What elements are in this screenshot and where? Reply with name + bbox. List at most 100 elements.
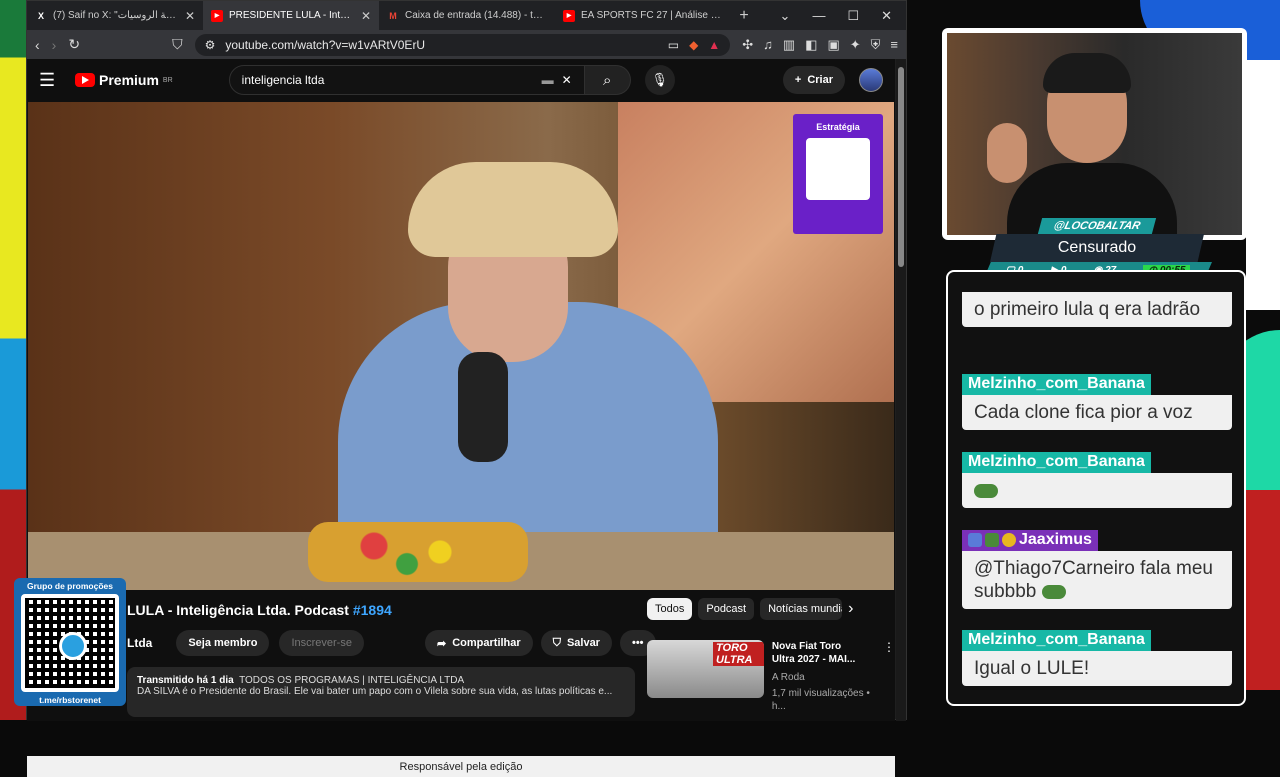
create-label: Criar [807, 74, 833, 86]
search-box[interactable]: inteligencia ltda ▬ ✕ [228, 65, 585, 95]
description-box[interactable]: Transmitido há 1 dia TODOS OS PROGRAMAS … [127, 667, 635, 717]
chip-podcast[interactable]: Podcast [698, 598, 755, 620]
recommended-title[interactable]: Nova Fiat Toro Ultra 2027 - MAI... [772, 640, 860, 666]
scrollbar-thumb[interactable] [898, 67, 904, 267]
sub-badge-icon [968, 532, 982, 547]
page-scrollbar[interactable] [896, 59, 906, 721]
music-icon[interactable]: ♫ [763, 37, 773, 53]
reload-icon[interactable]: ↻ [68, 36, 80, 53]
chips-next-icon[interactable]: › [848, 600, 853, 618]
url-text: youtube.com/watch?v=w1vARtV0ErU [225, 37, 426, 52]
brave-shield-icon[interactable]: ◆ [689, 38, 698, 52]
chip-world-news[interactable]: Notícias mundiais [760, 598, 843, 620]
promo-url: t.me/rbstorenet [39, 695, 101, 705]
video-actions: ➦ Compartilhar ⛉ Salvar ••• [425, 630, 656, 656]
account-avatar[interactable] [859, 68, 883, 92]
more-options-icon[interactable]: ⋮ [883, 640, 895, 713]
logo-region: BR [162, 76, 173, 84]
youtube-page: ☰ Premium BR inteligencia ltda ▬ ✕ ⌕ 🎙 +… [27, 59, 895, 777]
chat-username-badged: Jaaximus [962, 530, 1098, 551]
address-bar[interactable]: ⚙ youtube.com/watch?v=w1vARtV0ErU ▭ ◆ ▲ [194, 33, 731, 56]
chat-username: Melzinho_com_Banana [962, 452, 1151, 473]
tab-list-icon[interactable]: ⌄ [780, 8, 791, 24]
recommended-channel[interactable]: A Roda [772, 671, 875, 684]
tab-youtube-2[interactable]: ▶ EA SPORTS FC 27 | Análise detalhada da… [555, 1, 731, 30]
chat-message: Jaaximus @Thiago7Carneiro fala meu subbb… [962, 530, 1232, 609]
extensions-icon[interactable]: ✣ [742, 37, 753, 53]
bookmark-icon[interactable]: ⛉ [172, 36, 183, 53]
back-icon[interactable]: ‹ [35, 37, 40, 53]
menu-icon[interactable]: ≡ [890, 37, 898, 53]
chat-message-text: Igual o LULE! [962, 651, 1232, 686]
streamed-date: Transmitido há 1 dia [137, 675, 234, 686]
reading-list-icon[interactable]: ▥ [783, 37, 795, 53]
pepe-emote-icon [974, 483, 998, 498]
recommended-video[interactable]: TORO ULTRA Nova Fiat Toro Ultra 2027 - M… [647, 640, 895, 713]
chat-message: o primeiro lula q era ladrão [962, 292, 1232, 327]
webcam-feed [947, 33, 1242, 235]
x-logo-icon: X [37, 10, 44, 21]
chat-message: Melzinho_com_Banana [962, 452, 1232, 508]
close-window-icon[interactable]: ✕ [881, 8, 892, 24]
subscribe-button[interactable]: Inscrever-se [279, 630, 364, 656]
red-shape [1246, 490, 1280, 690]
chat-panel: o primeiro lula q era ladrão Melzinho_co… [946, 270, 1246, 706]
wallet-icon[interactable]: ▣ [827, 37, 839, 53]
tab-bar: X (7) Saif no X: "روسي اشتري بطاقة الروس… [27, 1, 906, 30]
nav-bar: ‹ › ↻ ⛉ ⚙ youtube.com/watch?v=w1vARtV0Er… [27, 30, 906, 59]
leo-icon[interactable]: ✦ [850, 37, 861, 53]
recommendation-chips: Todos Podcast Notícias mundiais › [647, 598, 853, 620]
editor-banner: Responsável pela edição [27, 756, 895, 777]
close-tab-icon[interactable]: ✕ [361, 9, 371, 23]
recommended-thumbnail[interactable]: TORO ULTRA [647, 640, 764, 698]
tab-youtube-active[interactable]: ▶ PRESIDENTE LULA - Inteligência Ltda. ✕ [203, 1, 379, 30]
maximize-icon[interactable]: ☐ [847, 8, 859, 24]
clear-search-icon[interactable]: ✕ [562, 73, 572, 87]
channel-name[interactable]: Ltda [127, 636, 152, 650]
streamer-hand [987, 123, 1027, 183]
hamburger-menu-icon[interactable]: ☰ [39, 70, 61, 91]
telegram-qr-code [21, 594, 119, 692]
bookmark-save-icon: ⛉ [552, 636, 561, 649]
streamer-handle: @LOCOBALTAR [1037, 218, 1157, 234]
chip-all[interactable]: Todos [647, 598, 693, 620]
youtube-premium-logo[interactable]: Premium BR [75, 72, 173, 88]
recommended-views: 1,7 mil visualizações • h... [771, 688, 870, 712]
create-button[interactable]: + Criar [782, 66, 845, 94]
close-tab-icon[interactable]: ✕ [185, 9, 195, 23]
tab-title: (7) Saif no X: "روسي اشتري بطاقة الروسيا… [53, 10, 179, 21]
save-label: Salvar [566, 637, 600, 649]
save-button[interactable]: ⛉ Salvar [540, 630, 612, 656]
window-controls: ⌄ — ☐ ✕ [780, 8, 906, 24]
tab-x[interactable]: X (7) Saif no X: "روسي اشتري بطاقة الروس… [27, 1, 203, 30]
minimize-icon[interactable]: — [812, 8, 825, 24]
site-info-icon[interactable]: ⚙ [205, 38, 216, 52]
browser-window: X (7) Saif no X: "روسي اشتري بطاقة الروس… [26, 0, 907, 777]
stream-status: Censurado [990, 234, 1204, 262]
vpn-icon[interactable]: ⛨ [871, 37, 881, 53]
tab-gmail[interactable]: M Caixa de entrada (14.488) - thebaltar@… [379, 1, 555, 30]
share-icon: ➦ [437, 637, 447, 650]
video-player[interactable]: Estratégia [28, 102, 894, 590]
pepe-emote-icon [1041, 584, 1066, 599]
channel-row: Ltda Seja membro Inscrever-se [127, 630, 364, 656]
youtube-icon: ▶ [211, 9, 223, 22]
search-input[interactable]: inteligencia ltda [242, 73, 534, 87]
search-button[interactable]: ⌕ [584, 65, 631, 95]
new-tab-button[interactable]: + [731, 7, 757, 25]
share-button[interactable]: ➦ Compartilhar [425, 630, 533, 656]
voice-search-button[interactable]: 🎙 [644, 65, 675, 95]
forward-icon[interactable]: › [52, 37, 57, 53]
join-button[interactable]: Seja membro [176, 630, 270, 656]
chat-username-text: Jaaximus [1019, 531, 1092, 548]
tab-title: EA SPORTS FC 27 | Análise detalhada da C… [581, 10, 723, 21]
keyboard-icon[interactable]: ▬ [542, 73, 554, 87]
video-hashtag[interactable]: #1894 [353, 602, 392, 618]
sponsor-qr-card: Estratégia [793, 114, 883, 234]
tab-title: Caixa de entrada (14.488) - thebaltar@gm… [405, 10, 547, 21]
sidebar-icon[interactable]: ◧ [805, 37, 817, 53]
cast-icon[interactable]: ▭ [668, 38, 679, 52]
rewards-icon[interactable]: ▲ [708, 38, 720, 52]
tab-title: PRESIDENTE LULA - Inteligência Ltda. [229, 10, 355, 21]
extensions-area: ✣ ♫ ▥ ◧ ▣ ✦ ⛨ ≡ [742, 37, 898, 53]
